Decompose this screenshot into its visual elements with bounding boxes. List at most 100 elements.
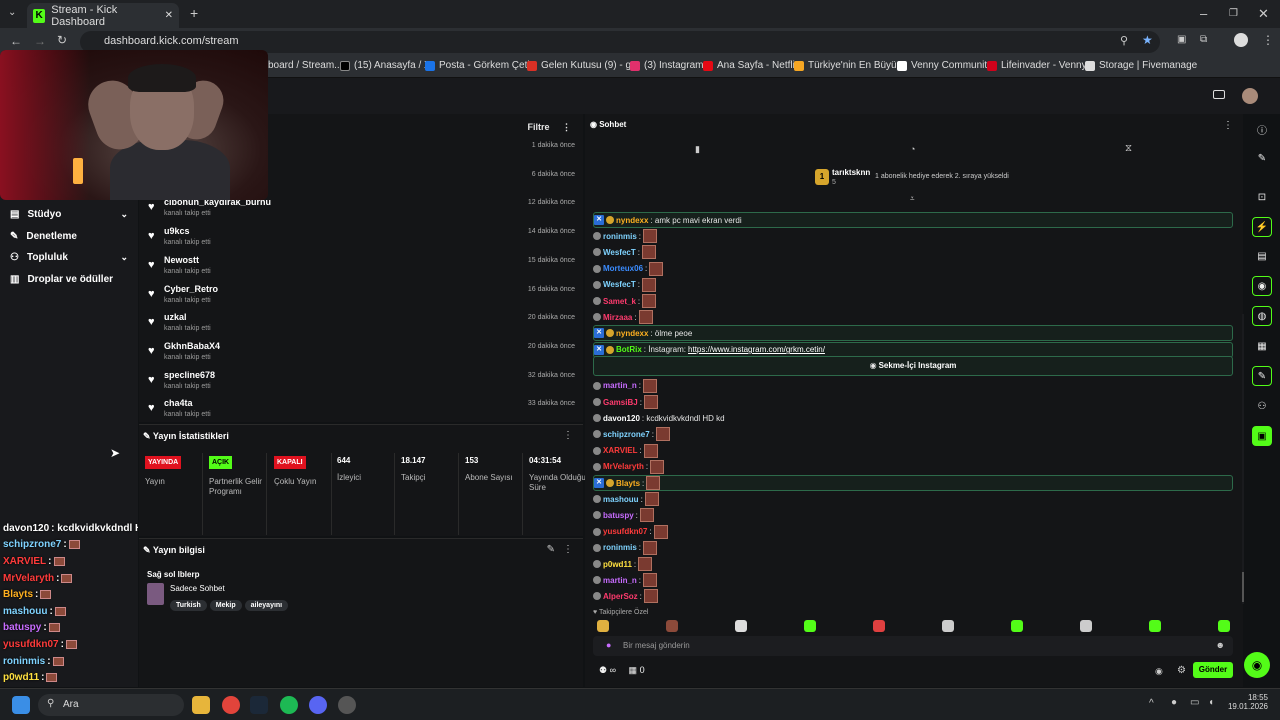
edit-icon[interactable]: ✎ bbox=[547, 544, 555, 555]
bookmark-item[interactable]: (3) Instagram bbox=[630, 60, 703, 71]
chat-username[interactable]: nyndexx bbox=[616, 216, 648, 225]
reload-icon[interactable]: ↻ bbox=[57, 33, 67, 47]
chat-username[interactable]: Samet_k bbox=[603, 297, 636, 306]
chat-username[interactable]: davon120 bbox=[603, 414, 640, 423]
microphone-icon[interactable]: ● bbox=[1171, 697, 1177, 708]
expand-chevron-icon[interactable]: ⩡ bbox=[910, 194, 915, 204]
sidebar-item-moderation[interactable]: ✎ Denetleme bbox=[10, 231, 128, 242]
hourglass-icon[interactable]: ⧖ bbox=[1125, 143, 1132, 154]
taskbar-search[interactable]: ⚲ Ara bbox=[38, 694, 184, 716]
chat-link[interactable]: https://www.instagram.com/grkm.cetin/ bbox=[688, 345, 825, 354]
extension-icon[interactable]: ▣ bbox=[1177, 34, 1186, 45]
spotify-icon[interactable] bbox=[280, 696, 298, 714]
bookmark-item[interactable]: Posta - Görkem Çeti... bbox=[425, 60, 538, 71]
chat-username[interactable]: XARVIEL bbox=[603, 446, 638, 455]
emoji-icon[interactable]: ☻ bbox=[1216, 640, 1225, 650]
chat-username[interactable]: p0wd11 bbox=[603, 560, 632, 569]
back-icon[interactable]: ← bbox=[10, 34, 22, 48]
chevron-up-icon[interactable]: ^ bbox=[1149, 698, 1154, 709]
broadcast-icon[interactable]: ◍ bbox=[1252, 306, 1272, 326]
document-icon[interactable]: ▤ bbox=[1252, 246, 1272, 266]
zoom-icon[interactable]: ⚲ bbox=[1120, 34, 1128, 47]
chat-username[interactable]: WesfecT bbox=[603, 280, 636, 289]
more-options-icon[interactable]: ⋮ bbox=[563, 544, 573, 555]
broadcast-icon[interactable] bbox=[1213, 90, 1225, 99]
chat-scrollbar[interactable] bbox=[1242, 314, 1244, 604]
bookmark-item[interactable]: Gelen Kutusu (9) - g... bbox=[527, 60, 639, 71]
lightning-icon[interactable]: ⚡ bbox=[1252, 217, 1272, 237]
sidebar-item-drops[interactable]: ▥ Droplar ve ödüller bbox=[10, 274, 128, 285]
bookmark-item[interactable]: (15) Anasayfa / X bbox=[340, 60, 431, 71]
sidebar-item-studio[interactable]: ▤ Stüdyo ⌄ bbox=[10, 209, 128, 220]
tab-list-icon[interactable]: ⌄ bbox=[8, 7, 16, 18]
wrench-icon[interactable]: ✎ bbox=[1252, 366, 1272, 386]
emote-icon[interactable] bbox=[1080, 620, 1092, 632]
follower-name[interactable]: uzkal bbox=[164, 312, 187, 322]
sidebar-item-community[interactable]: ⚇ Topluluk ⌄ bbox=[10, 252, 128, 263]
user-avatar[interactable] bbox=[1242, 88, 1258, 104]
follower-name[interactable]: Newostt bbox=[164, 255, 199, 265]
close-window-icon[interactable]: ✕ bbox=[1258, 6, 1269, 22]
new-tab-icon[interactable]: + bbox=[190, 5, 198, 21]
follower-name[interactable]: cha4ta bbox=[164, 398, 193, 408]
chat-username[interactable]: nyndexx bbox=[616, 329, 648, 338]
clock[interactable]: 18:55 19.01.2026 bbox=[1226, 693, 1268, 711]
emote-icon[interactable] bbox=[1011, 620, 1023, 632]
send-button[interactable]: Gönder bbox=[1193, 662, 1233, 678]
chat-username[interactable]: martin_n bbox=[603, 576, 637, 585]
trash-icon[interactable]: ▮ bbox=[695, 144, 700, 155]
minimize-icon[interactable]: – bbox=[1200, 6, 1207, 21]
emote-icon[interactable] bbox=[666, 620, 678, 632]
follower-name[interactable]: Cyber_Retro bbox=[164, 284, 218, 294]
bookmark-item[interactable]: board / Stream... bbox=[268, 60, 342, 71]
volume-icon[interactable]: ◖ bbox=[1208, 697, 1214, 708]
follower-name[interactable]: GkhnBabaX4 bbox=[164, 341, 220, 351]
bookmark-star-icon[interactable]: ★ bbox=[1142, 33, 1153, 47]
chat-input[interactable]: ● Bir mesaj gönderin ☻ bbox=[593, 636, 1233, 656]
chat-username[interactable]: batuspy bbox=[603, 511, 634, 520]
chat-username[interactable]: mashouu bbox=[603, 495, 639, 504]
close-tab-icon[interactable]: ✕ bbox=[165, 10, 173, 21]
users-icon[interactable]: ⚇ bbox=[1252, 396, 1272, 416]
bookmark-item[interactable]: Venny Community bbox=[897, 60, 992, 71]
follower-name[interactable]: u9kcs bbox=[164, 226, 190, 236]
chat-username[interactable]: Blayts bbox=[616, 479, 640, 488]
extensions-puzzle-icon[interactable]: ⧉ bbox=[1200, 34, 1207, 45]
emote-icon[interactable] bbox=[942, 620, 954, 632]
more-options-icon[interactable]: ⋮ bbox=[562, 122, 571, 132]
discord-icon[interactable] bbox=[309, 696, 327, 714]
gear-icon[interactable]: ⚙ bbox=[1177, 665, 1186, 676]
emote-icon[interactable] bbox=[873, 620, 885, 632]
profile-avatar[interactable] bbox=[1234, 33, 1248, 47]
emote-icon[interactable] bbox=[804, 620, 816, 632]
bookmark-item[interactable]: Ana Sayfa - Netflix bbox=[703, 60, 800, 71]
forward-icon[interactable]: → bbox=[34, 34, 46, 48]
browser-menu-icon[interactable]: ⋮ bbox=[1262, 33, 1274, 47]
chat-icon[interactable]: ◉ bbox=[1155, 666, 1163, 677]
chrome-icon[interactable] bbox=[222, 696, 240, 714]
chat-username[interactable]: WesfecT bbox=[603, 248, 636, 257]
more-options-icon[interactable]: ⋮ bbox=[563, 430, 573, 441]
browser-tab[interactable]: K Stream - Kick Dashboard ✕ bbox=[27, 3, 179, 28]
chat-username[interactable]: schipzrone7 bbox=[603, 430, 650, 439]
chat-username[interactable]: roninmis bbox=[603, 543, 637, 552]
chat-username[interactable]: Morteux06 bbox=[603, 264, 643, 273]
comment-icon[interactable]: ◔ bbox=[910, 144, 915, 154]
instagram-button[interactable]: ◉ Sekme-İçi Instagram bbox=[593, 355, 1233, 376]
more-options-icon[interactable]: ⋮ bbox=[1223, 120, 1233, 131]
emote-icon[interactable] bbox=[597, 620, 609, 632]
chat-username[interactable]: yusufdkn07 bbox=[603, 527, 647, 536]
chat-username[interactable]: Mirzaaa bbox=[603, 313, 632, 322]
network-icon[interactable]: ▭ bbox=[1190, 697, 1199, 708]
bookmark-item[interactable]: Lifeinvader - VennyV bbox=[987, 60, 1093, 71]
chat-username[interactable]: GamsiBJ bbox=[603, 398, 638, 407]
emote-icon[interactable] bbox=[1149, 620, 1161, 632]
info-icon[interactable]: ⓘ bbox=[1252, 119, 1272, 139]
follower-name[interactable]: specline678 bbox=[164, 370, 215, 380]
storage-icon[interactable]: ▦ bbox=[1252, 336, 1272, 356]
floating-chat-icon[interactable]: ◉ bbox=[1244, 652, 1270, 678]
emote-icon[interactable] bbox=[735, 620, 747, 632]
steam-icon[interactable] bbox=[250, 696, 268, 714]
chat-username[interactable]: roninmis bbox=[603, 232, 637, 241]
mic-icon[interactable]: ● bbox=[606, 640, 611, 650]
